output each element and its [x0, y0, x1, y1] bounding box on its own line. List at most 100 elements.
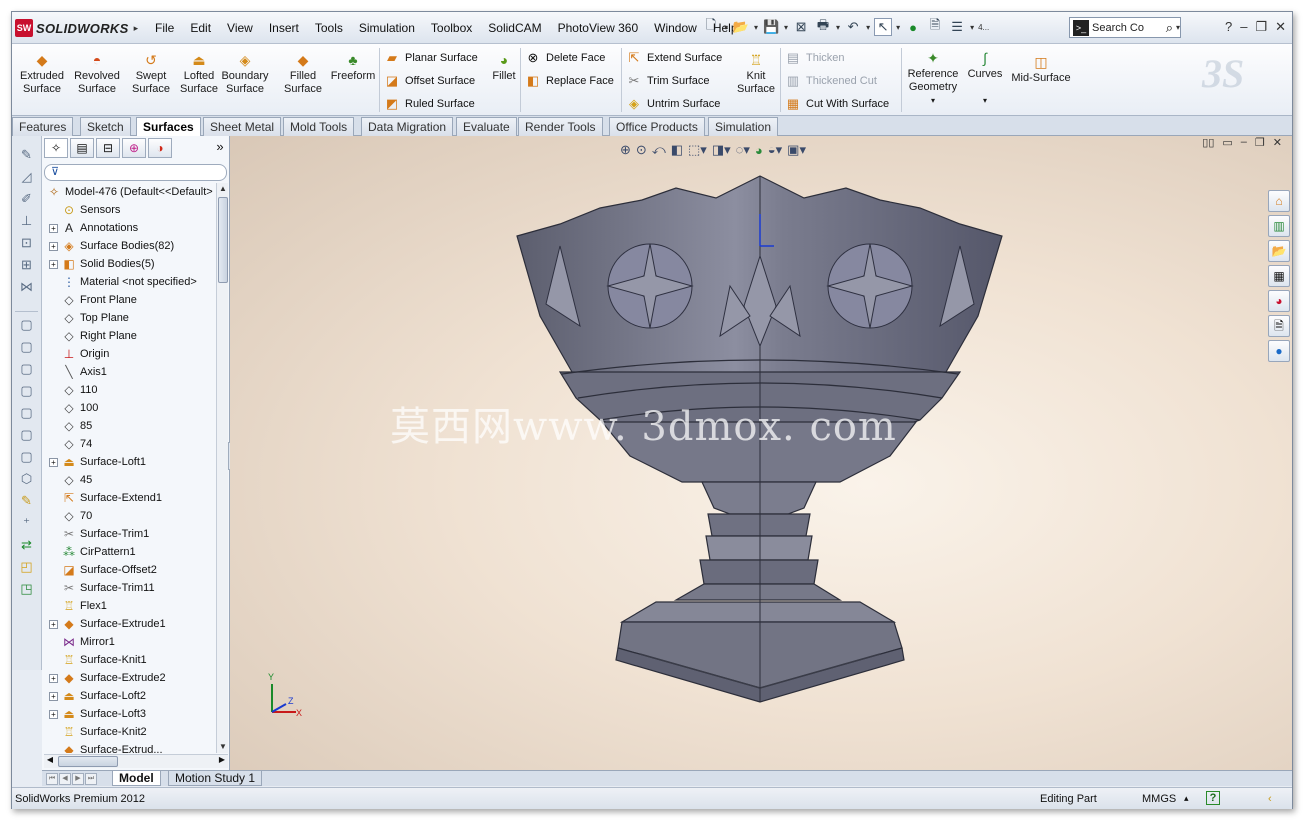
- search-box[interactable]: >_ Search Co ⌕ ▾: [1069, 17, 1181, 38]
- expand-icon[interactable]: +: [49, 457, 58, 467]
- tree-item[interactable]: ◆ Surface-Extrud...: [44, 741, 216, 753]
- delete-face-button[interactable]: ⊗ Delete Face: [525, 50, 606, 66]
- mid-surface-button[interactable]: ◫ Mid-Surface: [1010, 54, 1072, 85]
- tree-item[interactable]: ◇ 45: [44, 471, 216, 489]
- custom-properties-icon[interactable]: 🗎: [1268, 315, 1290, 337]
- close-doc-icon[interactable]: ⊠: [792, 18, 810, 36]
- unit-system[interactable]: MMGS: [1142, 793, 1176, 805]
- sketch-icon[interactable]: ✎: [18, 146, 36, 164]
- tab-render-tools[interactable]: Render Tools: [518, 117, 603, 136]
- menu-simulation[interactable]: Simulation: [351, 21, 423, 35]
- mirror-icon[interactable]: ⋈: [18, 278, 36, 296]
- tree-item[interactable]: + ⏏ Surface-Loft1: [44, 453, 216, 471]
- iso-view-icon[interactable]: ⬡: [18, 470, 36, 488]
- design-library-icon[interactable]: ▥: [1268, 215, 1290, 237]
- tree-item[interactable]: ✂ Surface-Trim11: [44, 579, 216, 597]
- menu-window[interactable]: Window: [646, 21, 705, 35]
- chevron-up-icon[interactable]: ▴: [1184, 793, 1189, 804]
- scroll-thumb[interactable]: [218, 197, 228, 283]
- thicken-button[interactable]: ▤ Thicken: [785, 50, 845, 66]
- tree-item[interactable]: ◇ Top Plane: [44, 309, 216, 327]
- tree-item[interactable]: ⊙ Sensors: [44, 201, 216, 219]
- tree-item[interactable]: ⇱ Surface-Extend1: [44, 489, 216, 507]
- tab-sketch[interactable]: Sketch: [80, 117, 131, 136]
- file-explorer-icon[interactable]: 📂: [1268, 240, 1290, 262]
- search-input[interactable]: Search Co: [1092, 22, 1166, 34]
- boundary-surface-button[interactable]: ◈ Boundary Surface: [218, 52, 272, 96]
- edit-sketch-icon[interactable]: ✐: [18, 190, 36, 208]
- view-palette-icon[interactable]: ▦: [1268, 265, 1290, 287]
- close-icon[interactable]: ✕: [1275, 19, 1286, 35]
- tab-evaluate[interactable]: Evaluate: [456, 117, 517, 136]
- edit-appearance-icon[interactable]: ✎: [18, 492, 36, 510]
- tree-filter-input[interactable]: ⊽: [44, 164, 227, 181]
- offset-surface-button[interactable]: ◪ Offset Surface: [384, 73, 475, 89]
- thickened-cut-button[interactable]: ▥ Thickened Cut: [785, 73, 877, 89]
- swept-surface-button[interactable]: ↺ Swept Surface: [124, 52, 178, 96]
- cut-with-surface-button[interactable]: ▦ Cut With Surface: [785, 96, 889, 112]
- tab-surfaces[interactable]: Surfaces: [136, 117, 201, 137]
- scroll-left-icon[interactable]: ◀: [44, 755, 56, 764]
- tab-model[interactable]: Model: [112, 771, 161, 786]
- chevron-down-icon[interactable]: ▾: [754, 23, 758, 32]
- new-document-icon[interactable]: 🗋: [702, 17, 720, 36]
- front-view-icon[interactable]: ▢: [18, 338, 36, 356]
- ruled-surface-button[interactable]: ◩ Ruled Surface: [384, 96, 475, 112]
- rebuild-icon[interactable]: ●: [904, 18, 922, 36]
- tree-item[interactable]: ✂ Surface-Trim1: [44, 525, 216, 543]
- layer2-icon[interactable]: ◳: [18, 580, 36, 598]
- chevron-down-icon[interactable]: ▾: [1176, 23, 1180, 32]
- tree-item[interactable]: + ⏏ Surface-Loft3: [44, 705, 216, 723]
- tree-item[interactable]: ◇ 74: [44, 435, 216, 453]
- tree-item[interactable]: + ◧ Solid Bodies(5): [44, 255, 216, 273]
- toolbar-overflow[interactable]: 4...: [978, 23, 989, 32]
- tree-item[interactable]: ◇ 70: [44, 507, 216, 525]
- expand-icon[interactable]: +: [49, 241, 58, 251]
- open-folder-icon[interactable]: 📂: [732, 18, 750, 36]
- knit-surface-button[interactable]: ♖ Knit Surface: [736, 52, 776, 96]
- tree-item[interactable]: ♖ Flex1: [44, 597, 216, 615]
- chevron-down-icon[interactable]: ▾: [724, 23, 728, 32]
- right-view-icon[interactable]: ▢: [18, 404, 36, 422]
- collapse-icon[interactable]: ‹: [1268, 793, 1272, 805]
- expand-icon[interactable]: +: [49, 691, 58, 701]
- tree-item[interactable]: ⊥ Origin: [44, 345, 216, 363]
- menu-toolbox[interactable]: Toolbox: [423, 21, 480, 35]
- select-icon[interactable]: ↖: [874, 18, 893, 36]
- search-icon[interactable]: ⌕: [1166, 20, 1176, 36]
- tree-item[interactable]: + ◆ Surface-Extrude2: [44, 669, 216, 687]
- minimize-icon[interactable]: –: [1240, 19, 1247, 35]
- menu-view[interactable]: View: [219, 21, 261, 35]
- save-icon[interactable]: 💾: [762, 18, 780, 36]
- options-icon[interactable]: ☰: [948, 18, 966, 36]
- feature-manager-tab-icon[interactable]: ✧: [44, 138, 68, 158]
- offset-icon[interactable]: ⊞: [18, 256, 36, 274]
- reference-geometry-button[interactable]: ✦ Reference Geometry ▾: [905, 50, 961, 107]
- tree-item[interactable]: + ◆ Surface-Extrude1: [44, 615, 216, 633]
- tree-item[interactable]: ⋈ Mirror1: [44, 633, 216, 651]
- menu-edit[interactable]: Edit: [182, 21, 219, 35]
- help-icon[interactable]: ?: [1225, 19, 1232, 35]
- tab-simulation[interactable]: Simulation: [708, 117, 779, 136]
- scroll-up-icon[interactable]: ▲: [217, 183, 229, 195]
- scroll-right-icon[interactable]: ▶: [216, 755, 228, 764]
- tab-office-products[interactable]: Office Products: [609, 117, 705, 136]
- tree-item[interactable]: ◇ 100: [44, 399, 216, 417]
- file-properties-icon[interactable]: 🗎: [926, 17, 944, 36]
- undo-icon[interactable]: ↶: [844, 18, 862, 36]
- tree-item[interactable]: ╲ Axis1: [44, 363, 216, 381]
- expand-icon[interactable]: +: [49, 259, 58, 269]
- graphics-area[interactable]: ⊕ ⊙ ⤺ ◧ ⬚▾ ◨▾ ◌▾ ◕ ◒▾ ▣▾ ▯▯ ▭ – ❐ ✕ 莫西网w…: [230, 136, 1292, 770]
- appearances-icon[interactable]: ◕: [1268, 290, 1290, 312]
- tree-item[interactable]: ♖ Surface-Knit1: [44, 651, 216, 669]
- expand-icon[interactable]: +: [49, 223, 58, 233]
- print-icon[interactable]: 🖶: [814, 17, 832, 36]
- chevron-right-icon[interactable]: ▸: [134, 23, 139, 34]
- tree-horizontal-scrollbar[interactable]: ◀ ▶: [44, 754, 228, 768]
- chevron-down-icon[interactable]: ▾: [970, 23, 974, 32]
- tree-item[interactable]: ◇ 110: [44, 381, 216, 399]
- tree-item[interactable]: ◇ 85: [44, 417, 216, 435]
- solidworks-resources-icon[interactable]: ●: [1268, 340, 1290, 362]
- box-view-icon[interactable]: ▢: [18, 316, 36, 334]
- curves-button[interactable]: ∫ Curves ▾: [967, 50, 1003, 107]
